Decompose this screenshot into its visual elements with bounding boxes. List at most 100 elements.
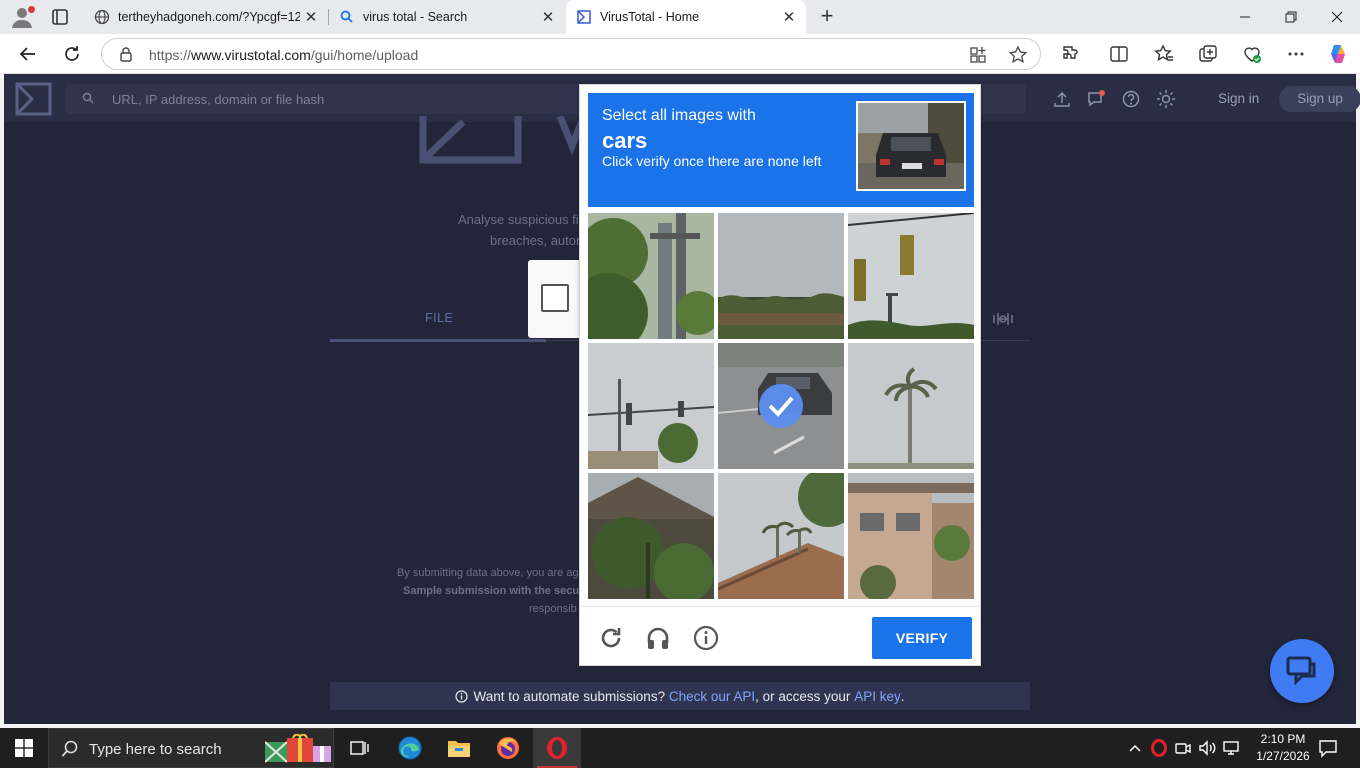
captcha-tile[interactable] [588, 343, 714, 469]
sign-in-link[interactable]: Sign in [1218, 91, 1259, 106]
info-icon[interactable] [693, 625, 719, 651]
help-icon[interactable] [1121, 89, 1141, 109]
tab-title: VirusTotal - Home [600, 10, 700, 24]
captcha-hint: Click verify once there are none left [602, 153, 822, 169]
windows-start-icon[interactable] [0, 728, 48, 768]
tab-title: tertheyhadgoneh.com/?Ypcgf=12 [118, 10, 300, 24]
restore-icon[interactable] [1268, 0, 1314, 34]
theme-sun-icon[interactable] [1156, 89, 1176, 109]
browser-essentials-icon[interactable] [1241, 43, 1263, 65]
captcha-challenge-dialog: Select all images with cars Click verify… [579, 84, 981, 666]
browser-toolbar: https://www.virustotal.com/gui/home/uplo… [0, 34, 1360, 74]
file-explorer-icon[interactable] [435, 728, 483, 768]
vt-tagline-line1: Analyse suspicious fi [458, 212, 579, 227]
chat-icon [1286, 656, 1316, 686]
globe-icon [94, 9, 110, 25]
refresh-icon[interactable] [598, 625, 624, 651]
search-tab-icon[interactable] [992, 310, 1014, 328]
collections-icon[interactable] [1197, 43, 1219, 65]
new-tab-button[interactable]: + [814, 4, 840, 30]
lock-icon[interactable] [118, 46, 134, 62]
opera-browser-icon[interactable] [533, 728, 581, 768]
terms-line2: Sample submission with the secu [403, 585, 580, 597]
tab-title: virus total - Search [363, 10, 468, 24]
chat-support-button[interactable] [1270, 639, 1334, 703]
upload-icon[interactable] [1052, 89, 1072, 109]
show-hidden-icons-icon[interactable] [1125, 738, 1145, 758]
captcha-footer: VERIFY [580, 606, 980, 666]
api-key-link[interactable]: API key [854, 689, 901, 704]
vt-search-placeholder: URL, IP address, domain or file hash [112, 92, 325, 107]
task-view-icon[interactable] [336, 728, 384, 768]
copilot-icon[interactable] [1327, 43, 1349, 65]
minimize-icon[interactable] [1222, 0, 1268, 34]
captcha-tile[interactable] [848, 473, 974, 599]
captcha-tile[interactable] [718, 213, 844, 339]
tab-file[interactable]: FILE [425, 311, 453, 325]
app-available-icon[interactable] [968, 45, 988, 65]
terms-line1: By submitting data above, you are ag [397, 567, 579, 579]
tab-virustotal-home[interactable]: VirusTotal - Home ✕ [566, 0, 806, 34]
tab-actions-icon[interactable] [48, 6, 72, 28]
info-icon [455, 689, 469, 703]
volume-icon[interactable] [1197, 738, 1217, 758]
api-banner-text-2: , or access your [755, 688, 851, 704]
clock-time: 2:10 PM [1260, 732, 1306, 746]
check-api-link[interactable]: Check our API [669, 689, 755, 704]
verify-button[interactable]: VERIFY [872, 617, 972, 659]
sign-up-button[interactable]: Sign up [1279, 86, 1360, 112]
close-window-icon[interactable] [1314, 0, 1360, 34]
tab-virus-total-search[interactable]: virus total - Search ✕ [329, 0, 565, 34]
gifts-icon [265, 734, 333, 764]
search-icon [82, 92, 94, 104]
profile-avatar-icon[interactable] [8, 4, 36, 30]
virustotal-logo-icon[interactable] [14, 82, 52, 116]
firefox-icon[interactable] [484, 728, 532, 768]
tab-tertheyhadgoneh[interactable]: tertheyhadgoneh.com/?Ypcgf=12 ✕ [84, 0, 328, 34]
captcha-tile[interactable] [588, 213, 714, 339]
api-banner: Want to automate submissions? Check our … [330, 682, 1030, 710]
headphones-audio-icon[interactable] [645, 625, 671, 651]
refresh-icon[interactable] [58, 40, 86, 68]
opera-tray-icon[interactable] [1149, 738, 1169, 758]
close-tab-icon[interactable]: ✕ [300, 6, 322, 28]
search-icon [339, 9, 355, 25]
captcha-checkbox-widget [528, 260, 584, 338]
virustotal-favicon-icon [576, 9, 592, 25]
more-options-icon[interactable] [1285, 43, 1307, 65]
captcha-image-grid [588, 213, 974, 599]
close-tab-icon[interactable]: ✕ [778, 6, 800, 28]
network-icon[interactable] [1221, 738, 1241, 758]
back-arrow-icon[interactable] [14, 40, 42, 68]
favorites-icon[interactable] [1153, 43, 1175, 65]
captcha-checkbox[interactable] [541, 284, 569, 312]
captcha-tile[interactable] [588, 473, 714, 599]
taskbar-clock[interactable]: 2:10 PM 1/27/2026 [1248, 731, 1318, 765]
browser-tab-bar: tertheyhadgoneh.com/?Ypcgf=12 ✕ virus to… [0, 0, 1360, 34]
captcha-header: Select all images with cars Click verify… [588, 93, 974, 207]
split-screen-icon[interactable] [1108, 43, 1130, 65]
taskbar-search-placeholder: Type here to search [89, 741, 222, 758]
edge-browser-icon[interactable] [386, 728, 434, 768]
extensions-icon[interactable] [1060, 43, 1082, 65]
captcha-tile-selected[interactable] [718, 343, 844, 469]
vt-tagline-line2: breaches, autor [490, 233, 581, 248]
virustotal-big-logo-icon [418, 116, 598, 164]
favorite-star-icon[interactable] [1008, 45, 1028, 65]
captcha-sample-image [856, 101, 966, 191]
api-banner-text: Want to automate submissions? [473, 688, 666, 704]
captcha-tile[interactable] [848, 343, 974, 469]
meet-now-icon[interactable] [1173, 738, 1193, 758]
notifications-icon[interactable] [1086, 89, 1106, 109]
close-tab-icon[interactable]: ✕ [537, 6, 559, 28]
notifications-icon[interactable] [1318, 738, 1338, 758]
clock-date: 1/27/2026 [1256, 749, 1310, 763]
captcha-tile[interactable] [848, 213, 974, 339]
captcha-target: cars [602, 128, 648, 153]
active-tab-indicator [330, 339, 546, 342]
url-text: https://www.virustotal.com/gui/home/uplo… [149, 47, 419, 63]
captcha-instruction: Select all images with [602, 107, 756, 124]
taskbar-search-box[interactable]: Type here to search [48, 728, 334, 768]
captcha-tile[interactable] [718, 473, 844, 599]
address-bar[interactable]: https://www.virustotal.com/gui/home/uplo… [101, 38, 1041, 70]
